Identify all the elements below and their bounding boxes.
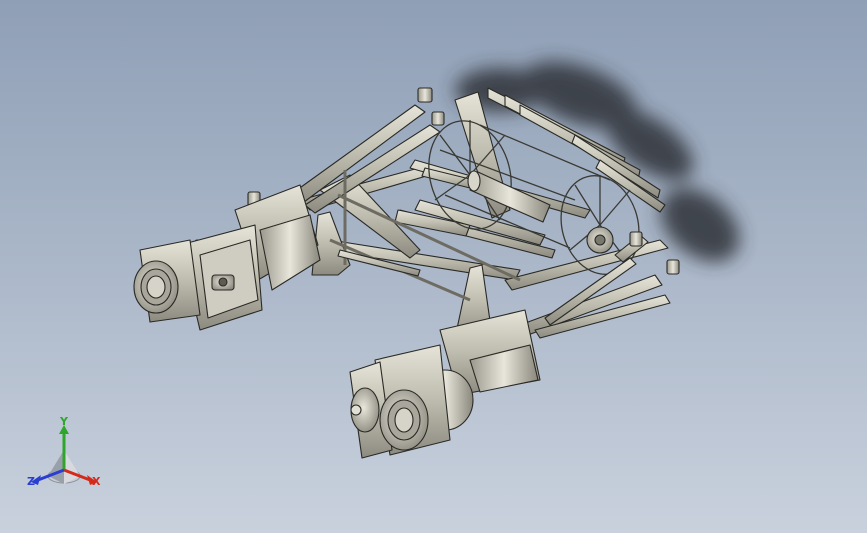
- left-cylinder-assembly: [133, 184, 321, 331]
- 3d-model-assembly[interactable]: [0, 0, 867, 533]
- x-axis-label: X: [92, 475, 101, 488]
- right-cylinder-assembly: [349, 309, 541, 459]
- z-axis-label: Z: [27, 475, 35, 488]
- y-axis-label: Y: [60, 415, 68, 428]
- graphics-viewport[interactable]: Y X Z: [0, 0, 867, 533]
- view-orientation-triad[interactable]: Y X Z: [24, 416, 104, 495]
